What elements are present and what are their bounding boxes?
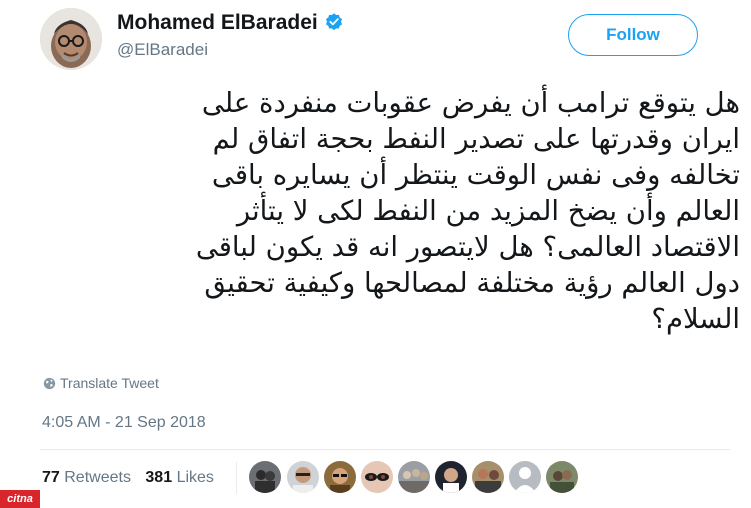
citna-watermark: citna (0, 490, 40, 508)
tweet-timestamp[interactable]: 4:05 AM - 21 Sep 2018 (42, 413, 206, 433)
tweet-line: دول العالم رؤية مختلفة لمصالحها وكيفية ت… (204, 267, 740, 299)
profile-photo (40, 8, 102, 70)
author-handle[interactable]: @ElBaradei (117, 40, 208, 60)
avatar[interactable] (40, 8, 102, 70)
tweet-line: الاقتصاد العالمى؟ هل لايتصور انه قد يكون… (195, 231, 740, 263)
author-display-name[interactable]: Mohamed ElBaradei (117, 10, 344, 36)
liker-avatar-4[interactable] (361, 461, 393, 493)
globe-icon (43, 377, 56, 390)
liker-avatar-7[interactable] (472, 461, 504, 493)
tweet-line: العالم وأن يضخ المزيد من النفط لكى لا يت… (236, 195, 740, 227)
likes-stat[interactable]: 381 Likes (145, 469, 214, 486)
retweets-count: 77 (42, 469, 60, 486)
likes-count: 381 (145, 469, 173, 486)
tweet-stats: 77 Retweets 381 Likes (42, 468, 224, 488)
liker-avatar-5[interactable] (398, 461, 430, 493)
translate-tweet-link[interactable]: Translate Tweet (43, 374, 159, 392)
translate-tweet-label[interactable]: Translate Tweet (60, 375, 159, 391)
liker-avatar-8[interactable] (509, 461, 541, 493)
tweet-line: السلام؟ (651, 303, 740, 335)
tweet-line: هل يتوقع ترامب أن يفرض عقوبات منفردة على (201, 87, 740, 119)
divider (40, 449, 730, 450)
retweets-stat[interactable]: 77 Retweets (42, 469, 131, 486)
liker-avatar-2[interactable] (287, 461, 319, 493)
liker-avatar-6[interactable] (435, 461, 467, 493)
retweets-label: Retweets (64, 469, 131, 486)
author-name-text[interactable]: Mohamed ElBaradei (117, 11, 318, 34)
tweet-line: ايران وقدرتها على تصدير النفط بحجة اتفاق… (212, 123, 740, 155)
tweet-line: تخالفه وفى نفس الوقت ينتظر أن يسايره باق… (211, 159, 740, 191)
liker-avatar-3[interactable] (324, 461, 356, 493)
liker-avatar-1[interactable] (249, 461, 281, 493)
tweet-text: هل يتوقع ترامب أن يفرض عقوبات منفردة على… (40, 85, 740, 337)
verified-badge-icon (325, 13, 342, 31)
likes-label: Likes (176, 469, 214, 486)
liker-avatar-9[interactable] (546, 461, 578, 493)
stats-separator (236, 462, 237, 494)
follow-button[interactable]: Follow (568, 14, 698, 56)
